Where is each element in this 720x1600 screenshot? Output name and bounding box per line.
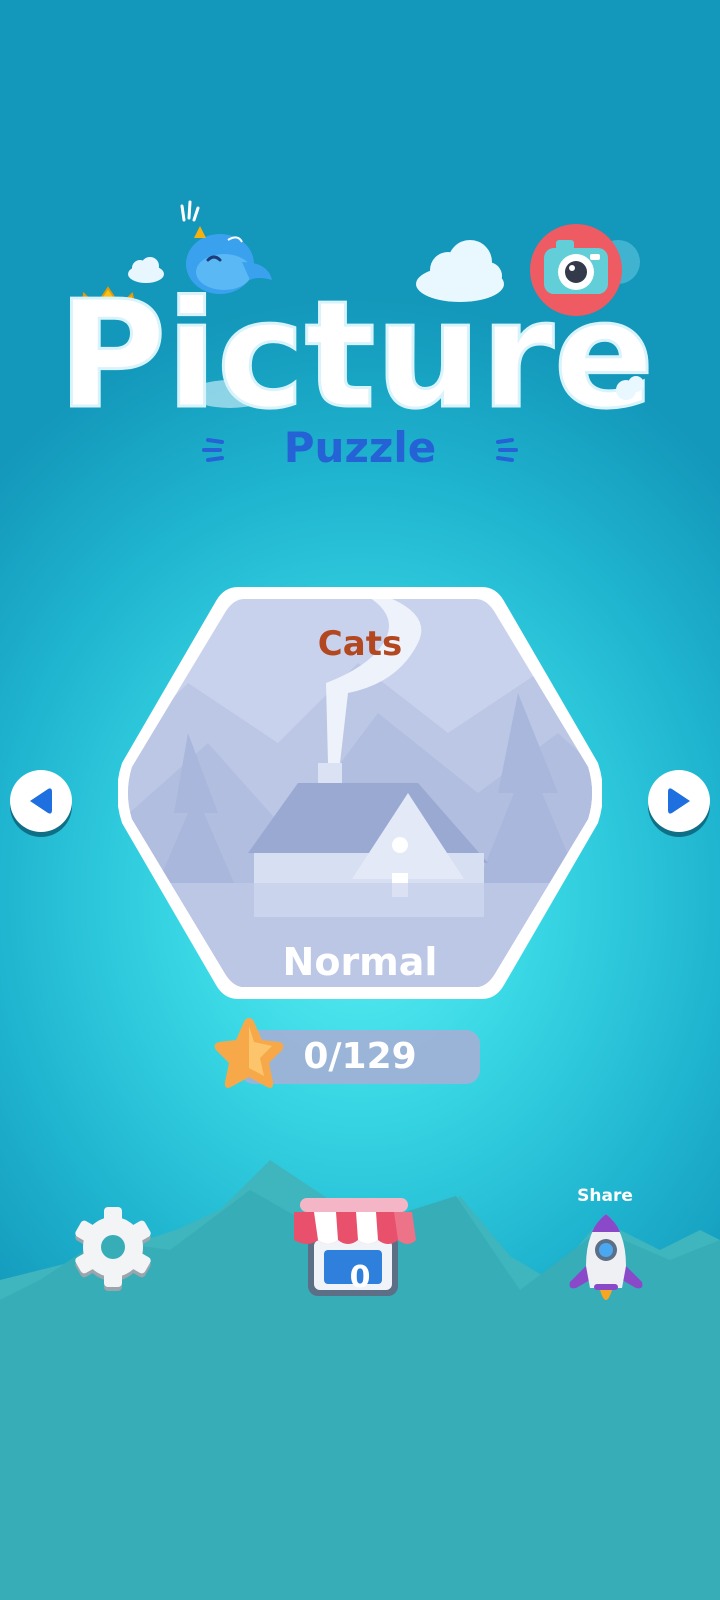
game-title-text: Picture — [70, 269, 650, 441]
share-label: Share — [577, 1186, 633, 1206]
next-category-button[interactable] — [648, 770, 710, 832]
prev-category-button[interactable] — [10, 770, 72, 832]
game-subtitle: Puzzle — [200, 418, 520, 478]
shop-awning-icon — [294, 1198, 416, 1296]
triangle-left-icon — [30, 788, 52, 814]
category-label: Cats — [317, 624, 403, 664]
progress-count: 0/129 — [303, 1036, 417, 1077]
triangle-right-icon — [668, 788, 690, 814]
shop-button[interactable] — [290, 1190, 430, 1320]
difficulty-label: Normal — [282, 940, 438, 984]
settings-button[interactable] — [70, 1206, 156, 1292]
star-icon — [206, 1012, 292, 1098]
gear-icon — [75, 1207, 151, 1291]
shop-count: 0 — [349, 1260, 371, 1295]
game-subtitle-text: Puzzle — [284, 423, 436, 472]
rocket-icon — [566, 1210, 646, 1310]
